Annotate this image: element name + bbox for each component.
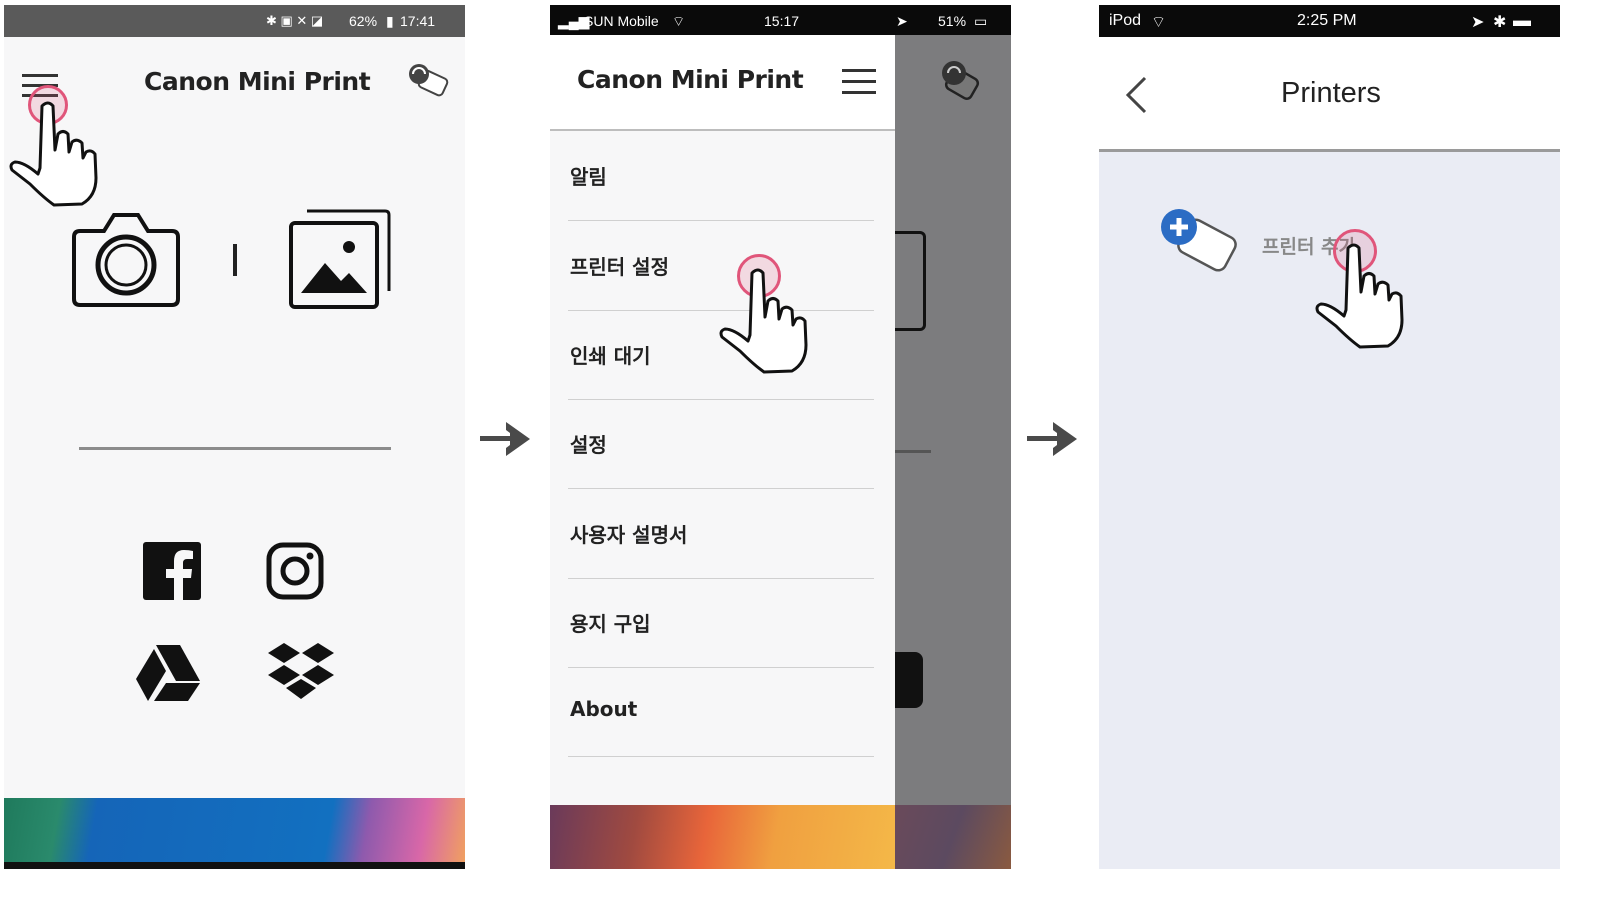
page-title: Printers bbox=[1281, 77, 1381, 109]
menu-icon[interactable] bbox=[842, 68, 878, 96]
menu-item-buy-paper[interactable]: 용지 구입 bbox=[568, 576, 874, 668]
printer-link-icon[interactable] bbox=[406, 62, 454, 102]
status-icons: ✱ ▣ ✕ ◪ bbox=[266, 13, 324, 28]
menu-item-label: 프린터 설정 bbox=[570, 255, 669, 279]
menu-item-about[interactable]: About bbox=[568, 665, 874, 757]
screen3-phone: iPod ⌔ 2:25 PM ➤ ✱ ▬ Printers 프린터 추가 bbox=[1099, 5, 1560, 869]
battery-icon: ▭ bbox=[974, 13, 988, 29]
facebook-icon[interactable] bbox=[143, 542, 203, 602]
google-drive-icon[interactable] bbox=[134, 643, 202, 703]
wifi-icon: ⌔ bbox=[1151, 14, 1167, 31]
colorful-banner bbox=[4, 798, 465, 862]
app-title: Canon Mini Print bbox=[577, 65, 804, 94]
menu-item-label: 알림 bbox=[570, 165, 607, 189]
status-time: 15:17 bbox=[764, 13, 800, 29]
menu-item-user-manual[interactable]: 사용자 설명서 bbox=[568, 487, 874, 579]
battery-icon: ▬ bbox=[1513, 10, 1531, 30]
pointing-hand-icon bbox=[719, 268, 808, 374]
location-icon: ➤ bbox=[1471, 14, 1485, 31]
drawer-banner bbox=[550, 805, 895, 869]
status-bar: iPod ⌔ 2:25 PM ➤ ✱ ▬ bbox=[1099, 5, 1560, 37]
add-printer-icon[interactable] bbox=[1159, 207, 1249, 279]
status-device: iPod bbox=[1109, 12, 1142, 29]
menu-item-label: 인쇄 대기 bbox=[570, 344, 651, 368]
menu-item-notifications[interactable]: 알림 bbox=[568, 129, 874, 221]
status-time: 17:41 bbox=[400, 13, 436, 29]
gallery-icon-partial bbox=[895, 231, 926, 331]
navigation-drawer: Canon Mini Print 알림 프린터 설정 인쇄 대기 설정 사용자 … bbox=[550, 35, 895, 869]
status-carrier: SUN Mobile bbox=[584, 13, 659, 29]
battery-level: 51% bbox=[938, 13, 967, 29]
pointing-hand-icon bbox=[9, 101, 98, 207]
battery-level: 62% bbox=[349, 13, 378, 29]
menu-item-label: 설정 bbox=[570, 433, 607, 457]
printer-link-icon bbox=[942, 61, 980, 100]
instagram-icon[interactable] bbox=[266, 542, 326, 602]
app-title: Canon Mini Print bbox=[144, 67, 371, 96]
status-time: 2:25 PM bbox=[1297, 12, 1357, 29]
dropbox-icon[interactable] bbox=[266, 641, 336, 703]
nav-header: Printers bbox=[1099, 37, 1560, 152]
section-divider bbox=[895, 450, 931, 453]
menu-item-label: About bbox=[570, 697, 638, 721]
back-chevron-icon[interactable] bbox=[1123, 75, 1149, 115]
battery-icon: ▮ bbox=[386, 13, 394, 29]
bluetooth-icon: ✱ bbox=[1493, 14, 1507, 31]
pointing-hand-icon bbox=[1315, 243, 1404, 349]
nav-bar bbox=[4, 862, 465, 869]
arrow-right-icon bbox=[1027, 422, 1077, 456]
menu-item-label: 용지 구입 bbox=[570, 612, 651, 636]
banner-behind bbox=[895, 805, 1011, 869]
gallery-icon[interactable] bbox=[287, 207, 393, 311]
menu-item-label: 사용자 설명서 bbox=[570, 523, 688, 547]
menu-item-settings[interactable]: 설정 bbox=[568, 397, 874, 489]
dropbox-icon-partial bbox=[895, 652, 923, 708]
arrow-right-icon bbox=[480, 422, 530, 456]
location-icon: ➤ bbox=[896, 13, 908, 29]
screen2-phone: ▂▄▆ SUN Mobile ⌔ 15:17 ➤ 51% ▭ Canon Min… bbox=[550, 5, 1011, 869]
section-divider bbox=[79, 447, 391, 450]
divider-bar bbox=[233, 244, 237, 276]
camera-icon[interactable] bbox=[68, 207, 184, 309]
wifi-icon: ⌔ bbox=[672, 13, 686, 29]
drawer-header: Canon Mini Print bbox=[550, 35, 895, 131]
status-bar: ▂▄▆ SUN Mobile ⌔ 15:17 ➤ 51% ▭ bbox=[550, 5, 1011, 35]
status-bar: ✱ ▣ ✕ ◪ 62% ▮ 17:41 bbox=[4, 5, 465, 37]
